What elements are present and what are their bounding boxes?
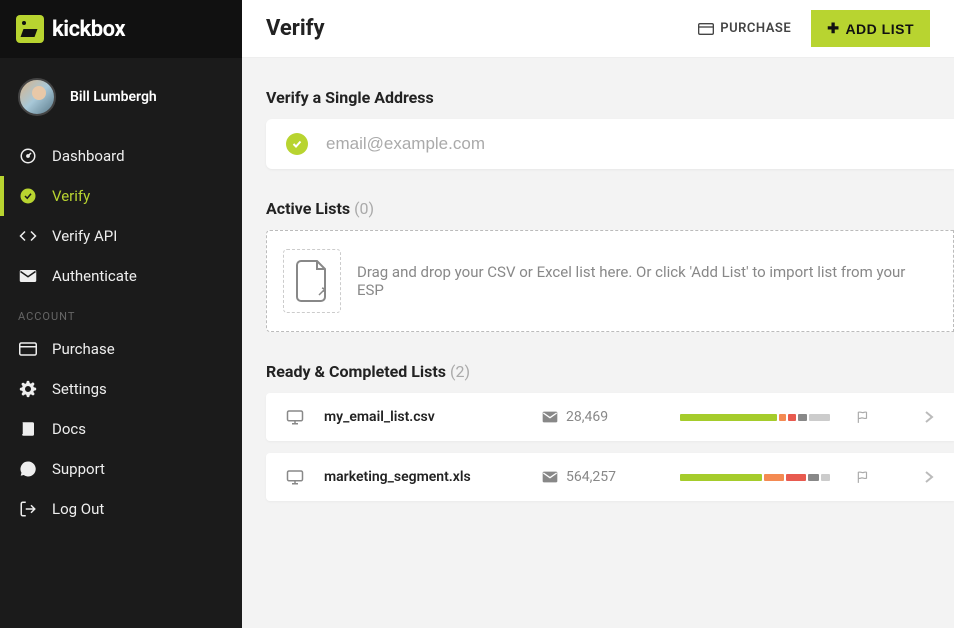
nav-purchase[interactable]: Purchase xyxy=(0,329,242,369)
single-verify-input-wrap[interactable] xyxy=(266,119,954,169)
purchase-label: PURCHASE xyxy=(720,21,791,36)
chat-icon xyxy=(18,460,38,478)
monitor-icon xyxy=(286,469,306,485)
sidebar: kickbox Bill Lumbergh Dashboard Verify xyxy=(0,0,242,628)
ready-lists-count: (2) xyxy=(450,362,470,381)
avatar xyxy=(18,78,56,116)
mail-icon xyxy=(542,411,558,423)
user-name: Bill Lumbergh xyxy=(70,89,157,105)
nav-authenticate[interactable]: Authenticate xyxy=(0,256,242,296)
nav-label: Docs xyxy=(52,420,86,438)
logo[interactable]: kickbox xyxy=(0,0,242,58)
credit-card-icon xyxy=(18,342,38,356)
nav-docs[interactable]: Docs xyxy=(0,409,242,449)
monitor-icon xyxy=(286,409,306,425)
list-row[interactable]: my_email_list.csv 28,469 xyxy=(266,393,954,441)
content: Verify a Single Address Active Lists (0) xyxy=(242,58,954,543)
main-nav: Dashboard Verify Verify API Authenticate xyxy=(0,136,242,529)
code-icon xyxy=(18,227,38,245)
list-name: marketing_segment.xls xyxy=(324,469,524,485)
plus-icon: ✚ xyxy=(827,20,839,37)
email-input[interactable] xyxy=(326,134,934,154)
single-verify-heading: Verify a Single Address xyxy=(266,88,954,107)
purchase-button[interactable]: PURCHASE xyxy=(698,21,791,36)
chevron-right-icon xyxy=(924,410,934,424)
list-count: 28,469 xyxy=(542,409,662,425)
nav-logout[interactable]: Log Out xyxy=(0,489,242,529)
logo-mark-icon xyxy=(16,15,44,43)
account-section-label: ACCOUNT xyxy=(0,296,242,329)
user-profile[interactable]: Bill Lumbergh xyxy=(0,58,242,136)
dropzone[interactable]: Drag and drop your CSV or Excel list her… xyxy=(266,230,954,332)
logo-text: kickbox xyxy=(52,17,125,42)
gear-icon xyxy=(18,380,38,398)
ready-lists-heading: Ready & Completed Lists (2) xyxy=(266,362,954,381)
progress-bar xyxy=(680,474,830,481)
gauge-icon xyxy=(18,147,38,165)
page-title: Verify xyxy=(266,16,325,41)
nav-settings[interactable]: Settings xyxy=(0,369,242,409)
exit-icon xyxy=(18,500,38,518)
nav-verify[interactable]: Verify xyxy=(0,176,242,216)
nav-support[interactable]: Support xyxy=(0,449,242,489)
active-lists-heading: Active Lists (0) xyxy=(266,199,954,218)
book-icon xyxy=(18,420,38,438)
nav-label: Log Out xyxy=(52,500,104,518)
ready-list-container: my_email_list.csv 28,469 marketing_segment… xyxy=(266,393,954,501)
progress-bar xyxy=(680,414,830,421)
check-circle-icon xyxy=(286,133,308,155)
flag-icon xyxy=(856,410,870,424)
credit-card-icon xyxy=(698,23,714,35)
file-drop-icon xyxy=(291,257,333,305)
check-circle-icon xyxy=(18,187,38,205)
topbar: Verify PURCHASE ✚ ADD LIST xyxy=(242,0,954,58)
nav-label: Dashboard xyxy=(52,147,125,165)
nav-verify-api[interactable]: Verify API xyxy=(0,216,242,256)
nav-label: Authenticate xyxy=(52,267,137,285)
flag-icon xyxy=(856,470,870,484)
dropzone-text: Drag and drop your CSV or Excel list her… xyxy=(357,263,929,299)
list-row[interactable]: marketing_segment.xls 564,257 xyxy=(266,453,954,501)
nav-label: Verify API xyxy=(52,227,117,245)
nav-label: Support xyxy=(52,460,105,478)
chevron-right-icon xyxy=(924,470,934,484)
list-count: 564,257 xyxy=(542,469,662,485)
add-list-button[interactable]: ✚ ADD LIST xyxy=(811,10,930,47)
nav-label: Settings xyxy=(52,380,107,398)
add-list-label: ADD LIST xyxy=(845,21,914,37)
mail-icon xyxy=(18,269,38,283)
active-lists-count: (0) xyxy=(354,199,374,218)
nav-label: Verify xyxy=(52,187,90,205)
main: Verify PURCHASE ✚ ADD LIST Verify a Sing… xyxy=(242,0,954,628)
nav-dashboard[interactable]: Dashboard xyxy=(0,136,242,176)
mail-icon xyxy=(542,471,558,483)
nav-label: Purchase xyxy=(52,340,115,358)
list-name: my_email_list.csv xyxy=(324,409,524,425)
